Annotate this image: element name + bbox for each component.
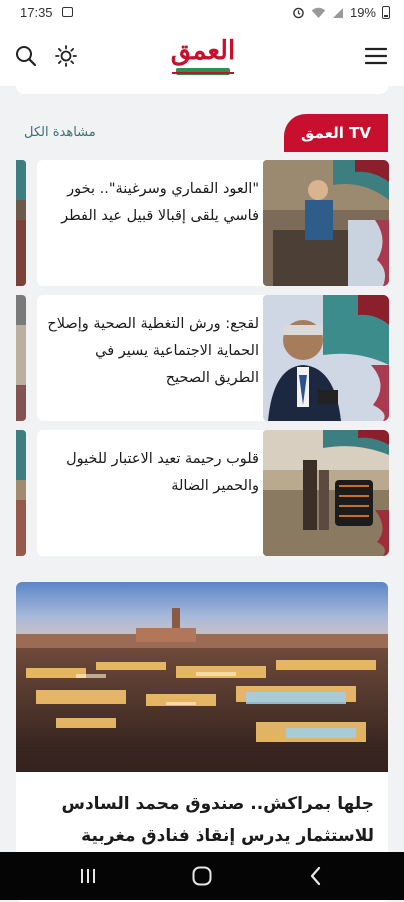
- notification-icon: [62, 7, 73, 17]
- alarm-icon: [293, 7, 304, 19]
- video-card-title: قلوب رحيمة تعيد الاعتبار للخيول والحمير …: [66, 451, 259, 494]
- carousel-edge-thumb[interactable]: [16, 430, 26, 556]
- wifi-icon: [311, 7, 326, 18]
- status-bar: 17:35 19%: [0, 0, 404, 26]
- back-chevron-icon: [310, 866, 321, 886]
- recent-apps-icon: [81, 869, 95, 883]
- see-all-link[interactable]: مشاهدة الكل: [24, 125, 96, 140]
- system-navigation-bar: [0, 852, 404, 900]
- home-button[interactable]: [188, 864, 216, 888]
- video-card-title: "العود القماري وسرغينة".. بخور فاسي يلقى…: [61, 181, 259, 224]
- logo-underline-red: [172, 72, 234, 74]
- status-time: 17:35: [20, 5, 53, 20]
- back-button[interactable]: [302, 864, 330, 888]
- video-card-title: لقجع: ورش التغطية الصحية وإصلاح الحماية …: [47, 316, 259, 386]
- site-logo[interactable]: العمق: [166, 34, 240, 80]
- video-card-thumbnail: [263, 160, 389, 286]
- battery-percent: 19%: [349, 5, 376, 20]
- featured-article-title: جلها بمراكش.. صندوق محمد السادس للاستثما…: [61, 794, 374, 846]
- recent-apps-button[interactable]: [74, 864, 102, 888]
- logo-text: العمق: [170, 36, 236, 66]
- theme-toggle-button[interactable]: [52, 42, 80, 70]
- video-card[interactable]: لقجع: ورش التغطية الصحية وإصلاح الحماية …: [37, 295, 389, 421]
- sun-icon: [55, 45, 77, 67]
- featured-article-image: [16, 582, 388, 772]
- battery-icon: [382, 6, 390, 19]
- home-icon: [192, 866, 212, 886]
- menu-button[interactable]: [362, 42, 390, 70]
- previous-card-bottom: [16, 86, 388, 94]
- tv-section-header: مشاهدة الكل العمق TV: [16, 114, 388, 154]
- video-card[interactable]: "العود القماري وسرغينة".. بخور فاسي يلقى…: [37, 160, 389, 286]
- hamburger-menu-icon: [364, 47, 388, 65]
- tv-section-badge: العمق TV: [284, 114, 388, 152]
- search-icon: [16, 46, 37, 67]
- carousel-edge-thumb[interactable]: [16, 295, 26, 421]
- carousel-edge-thumb[interactable]: [16, 160, 26, 286]
- search-button[interactable]: [12, 42, 40, 70]
- video-card[interactable]: قلوب رحيمة تعيد الاعتبار للخيول والحمير …: [37, 430, 389, 556]
- signal-icon: [332, 7, 343, 18]
- app-bar: العمق: [0, 26, 404, 86]
- video-card-thumbnail: [263, 295, 389, 421]
- video-card-thumbnail: [263, 430, 389, 556]
